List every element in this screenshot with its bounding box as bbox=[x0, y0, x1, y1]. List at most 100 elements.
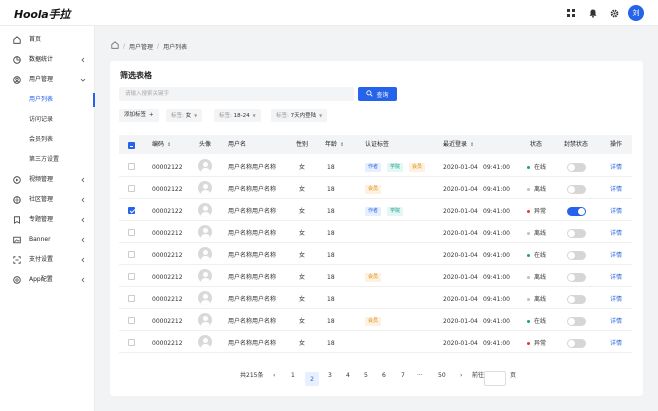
user-code: 00002122 bbox=[152, 208, 183, 215]
row-checkbox[interactable] bbox=[128, 339, 135, 346]
sort-icon[interactable]: ⇕ bbox=[167, 142, 171, 148]
ban-toggle[interactable] bbox=[567, 317, 586, 326]
breadcrumb-user-management[interactable]: 用户管理 bbox=[129, 42, 153, 51]
column-header-last-login[interactable]: 最近登录 ⇕ bbox=[443, 141, 474, 149]
status-text: 离线 bbox=[534, 230, 547, 237]
ban-toggle[interactable] bbox=[567, 185, 586, 194]
sidebar-item-banner[interactable]: Banner bbox=[0, 230, 95, 250]
pagination-goto-input[interactable] bbox=[484, 371, 506, 386]
sidebar-item-third-party[interactable]: 第三方设置 bbox=[0, 150, 95, 170]
search-icon bbox=[366, 89, 374, 99]
row-checkbox[interactable] bbox=[128, 163, 135, 170]
ban-toggle[interactable] bbox=[567, 339, 586, 348]
pagination-page[interactable]: 4 bbox=[346, 372, 350, 380]
row-checkbox[interactable] bbox=[128, 273, 135, 280]
user-avatar[interactable]: 刘 bbox=[628, 5, 644, 21]
column-header-code[interactable]: 编码 ⇕ bbox=[152, 141, 171, 149]
add-tag-label: 添加标签 bbox=[124, 112, 147, 118]
sort-icon[interactable]: ⇕ bbox=[340, 142, 344, 148]
detail-link[interactable]: 详情 bbox=[610, 230, 622, 238]
ban-toggle[interactable] bbox=[567, 295, 586, 304]
select-all-checkbox[interactable] bbox=[128, 142, 135, 149]
ban-toggle[interactable] bbox=[567, 163, 586, 172]
username: 用户名称用户名称 bbox=[228, 252, 277, 259]
home-icon bbox=[13, 36, 21, 44]
row-checkbox[interactable] bbox=[128, 207, 135, 214]
row-checkbox[interactable] bbox=[128, 185, 135, 192]
topic-icon bbox=[13, 216, 21, 224]
search-button[interactable]: 查询 bbox=[358, 87, 397, 101]
filter-tag-gender[interactable]: 标签: 女 ▼ bbox=[166, 109, 203, 122]
filter-tag-age[interactable]: 标签: 18-24 ▼ bbox=[214, 109, 261, 122]
sidebar-item-label: 用户列表 bbox=[29, 96, 54, 103]
age: 18 bbox=[327, 230, 335, 237]
detail-link[interactable]: 详情 bbox=[610, 340, 622, 348]
row-checkbox[interactable] bbox=[128, 295, 135, 302]
pagination-page-active[interactable]: 2 bbox=[305, 372, 319, 386]
sidebar-item-visit-log[interactable]: 访问记录 bbox=[0, 110, 95, 130]
pagination-prev[interactable]: ‹ bbox=[273, 372, 275, 380]
breadcrumb-user-list: 用户列表 bbox=[163, 43, 188, 51]
pagination-ellipsis[interactable]: ··· bbox=[417, 372, 423, 380]
sidebar-item-payment[interactable]: 支付设置 bbox=[0, 250, 95, 270]
sidebar-item-users[interactable]: 用户管理 bbox=[0, 70, 95, 90]
column-header-age[interactable]: 年龄 ⇕ bbox=[325, 141, 344, 149]
caret-down-icon: ▼ bbox=[194, 113, 198, 118]
sidebar-item-user-list[interactable]: 用户列表 bbox=[0, 90, 95, 110]
pagination-page[interactable]: 50 bbox=[438, 372, 446, 380]
sidebar-item-app-config[interactable]: App配置 bbox=[0, 270, 95, 290]
add-tag-button[interactable]: 添加标签 + bbox=[119, 109, 159, 122]
detail-link[interactable]: 详情 bbox=[610, 274, 622, 282]
gender: 女 bbox=[299, 340, 306, 347]
sidebar-item-label: 首页 bbox=[29, 36, 42, 43]
bell-icon[interactable] bbox=[587, 7, 599, 19]
row-checkbox[interactable] bbox=[128, 251, 135, 258]
pagination-next[interactable]: › bbox=[460, 372, 462, 380]
sidebar-item-label: Banner bbox=[29, 236, 51, 243]
sidebar-item-home[interactable]: 首页 bbox=[0, 30, 95, 50]
row-checkbox[interactable] bbox=[128, 317, 135, 324]
grid-icon[interactable] bbox=[565, 7, 577, 19]
last-login-date: 2020-01-04 bbox=[443, 208, 478, 215]
video-icon bbox=[13, 176, 21, 184]
age: 18 bbox=[327, 318, 335, 325]
detail-link[interactable]: 详情 bbox=[610, 208, 622, 216]
chevron-left-icon bbox=[79, 176, 87, 184]
sidebar-item-members[interactable]: 会员列表 bbox=[0, 130, 95, 150]
pagination-page[interactable]: 5 bbox=[364, 372, 368, 380]
detail-link[interactable]: 详情 bbox=[610, 318, 622, 326]
gender: 女 bbox=[299, 318, 306, 325]
ban-toggle[interactable] bbox=[567, 273, 586, 282]
detail-link[interactable]: 详情 bbox=[610, 164, 622, 172]
filter-key: 标签: bbox=[276, 113, 289, 119]
pagination-page[interactable]: 1 bbox=[291, 372, 295, 380]
last-login-date: 2020-01-04 bbox=[443, 340, 478, 347]
last-login-date: 2020-01-04 bbox=[443, 252, 478, 259]
sidebar-item-topics[interactable]: 专题管理 bbox=[0, 210, 95, 230]
table-row bbox=[119, 287, 632, 309]
pagination-page[interactable]: 6 bbox=[382, 372, 386, 380]
column-header-ban-status: 封禁状态 bbox=[564, 141, 589, 148]
sidebar-item-video[interactable]: 视频管理 bbox=[0, 170, 95, 190]
sidebar-item-community[interactable]: 社区管理 bbox=[0, 190, 95, 210]
home-icon[interactable] bbox=[111, 41, 119, 51]
ban-toggle[interactable] bbox=[567, 207, 586, 216]
pagination-page[interactable]: 3 bbox=[328, 372, 332, 380]
sort-icon[interactable]: ⇕ bbox=[470, 142, 474, 148]
ban-toggle[interactable] bbox=[567, 251, 586, 260]
gear-icon[interactable] bbox=[608, 7, 620, 19]
detail-link[interactable]: 详情 bbox=[610, 186, 622, 194]
ban-toggle[interactable] bbox=[567, 229, 586, 238]
row-checkbox[interactable] bbox=[128, 229, 135, 236]
sidebar-item-label: 视频管理 bbox=[29, 176, 54, 183]
status-text: 离线 bbox=[534, 296, 547, 303]
detail-link[interactable]: 详情 bbox=[610, 252, 622, 260]
sidebar-item-stats[interactable]: 数据统计 bbox=[0, 50, 95, 70]
app-logo[interactable]: Hoola手拉 bbox=[14, 6, 70, 22]
filter-tag-login[interactable]: 标签: 7天内登陆 ▼ bbox=[271, 109, 328, 122]
username: 用户名称用户名称 bbox=[228, 230, 277, 237]
detail-link[interactable]: 详情 bbox=[610, 296, 622, 304]
last-login-time: 09:41:00 bbox=[483, 186, 510, 193]
search-input[interactable]: 请输入搜索关键字 bbox=[119, 87, 354, 101]
pagination-page[interactable]: 7 bbox=[401, 372, 405, 380]
